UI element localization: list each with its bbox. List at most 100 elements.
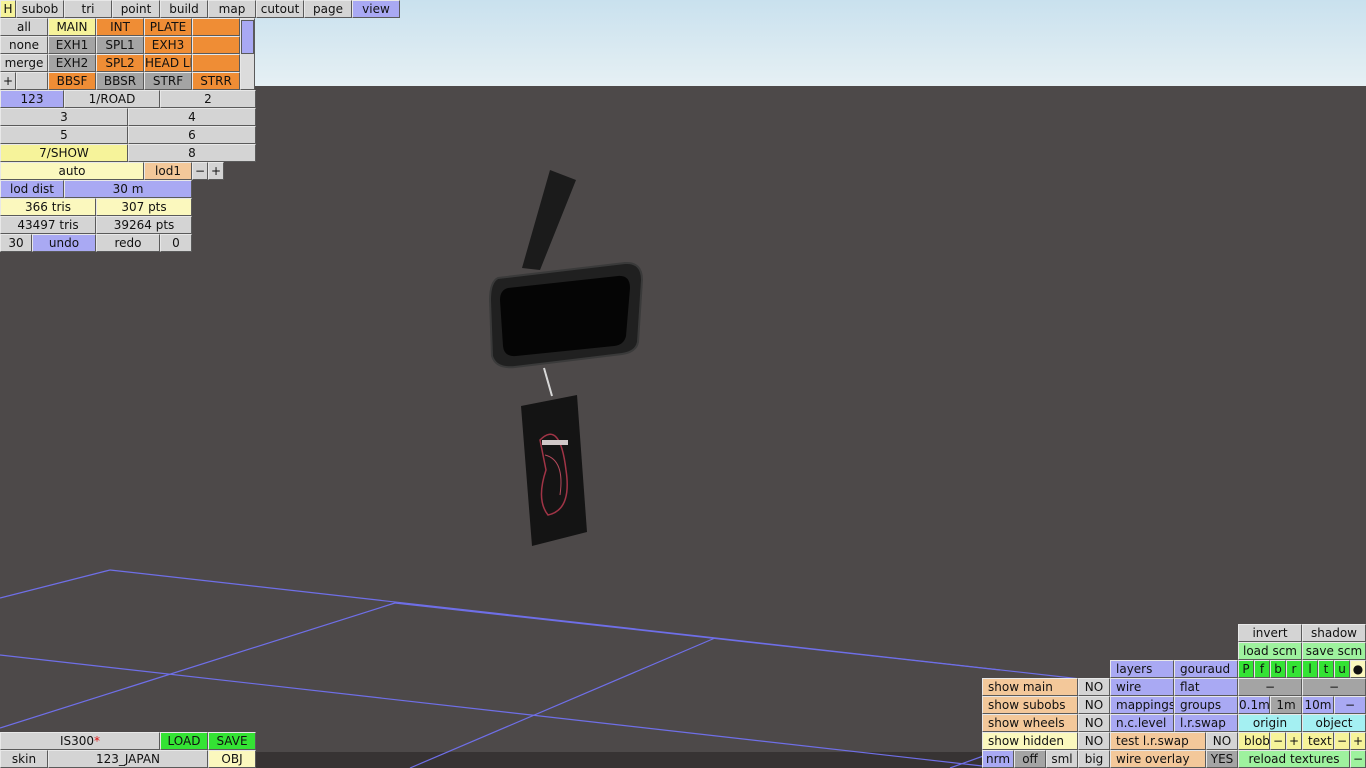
- object-button[interactable]: object: [1302, 714, 1366, 732]
- reload-textures-button[interactable]: reload textures: [1238, 750, 1350, 768]
- lod-plus-button[interactable]: +: [208, 162, 224, 180]
- show-wheels-label[interactable]: show wheels: [982, 714, 1078, 732]
- undo-button[interactable]: undo: [32, 234, 96, 252]
- menu-view[interactable]: view: [352, 0, 400, 18]
- lod-mode-button[interactable]: auto: [0, 162, 144, 180]
- part-strr[interactable]: STRR: [192, 72, 240, 90]
- dash-button-1[interactable]: −: [1238, 678, 1302, 696]
- mappings-button[interactable]: mappings: [1110, 696, 1174, 714]
- part-exh1[interactable]: EXH1: [48, 36, 96, 54]
- show-main-toggle[interactable]: NO: [1078, 678, 1110, 696]
- shadow-button[interactable]: shadow: [1302, 624, 1366, 642]
- origin-button[interactable]: origin: [1238, 714, 1302, 732]
- show-hidden-toggle[interactable]: NO: [1078, 732, 1110, 750]
- skin-value[interactable]: 123_JAPAN: [48, 750, 208, 768]
- wire-button[interactable]: wire: [1110, 678, 1174, 696]
- show-subobs-toggle[interactable]: NO: [1078, 696, 1110, 714]
- test-lr-swap-label[interactable]: test l.r.swap: [1110, 732, 1206, 750]
- dash-button-2[interactable]: −: [1302, 678, 1366, 696]
- light-t-button[interactable]: t: [1318, 660, 1334, 678]
- lr-swap-button[interactable]: l.r.swap: [1174, 714, 1238, 732]
- part-head-li[interactable]: HEAD LI: [144, 54, 192, 72]
- light-r-button[interactable]: r: [1286, 660, 1302, 678]
- test-lr-swap-toggle[interactable]: NO: [1206, 732, 1238, 750]
- part-empty-2[interactable]: [192, 36, 240, 54]
- nc-level-button[interactable]: n.c.level: [1110, 714, 1174, 732]
- wire-overlay-toggle[interactable]: YES: [1206, 750, 1238, 768]
- light-l-button[interactable]: l: [1302, 660, 1318, 678]
- show-subobs-label[interactable]: show subobs: [982, 696, 1078, 714]
- blob-plus-button[interactable]: +: [1286, 732, 1302, 750]
- menu-tri[interactable]: tri: [64, 0, 112, 18]
- light-dot-button[interactable]: ●: [1350, 660, 1366, 678]
- wire-overlay-label[interactable]: wire overlay: [1110, 750, 1206, 768]
- invert-button[interactable]: invert: [1238, 624, 1302, 642]
- light-p-button[interactable]: P: [1238, 660, 1254, 678]
- group-1-road[interactable]: 1/ROAD: [64, 90, 160, 108]
- add-part-button[interactable]: +: [0, 72, 16, 90]
- text-plus-button[interactable]: +: [1350, 732, 1366, 750]
- gouraud-button[interactable]: gouraud: [1174, 660, 1238, 678]
- light-b-button[interactable]: b: [1270, 660, 1286, 678]
- menu-build[interactable]: build: [160, 0, 208, 18]
- size-off-button[interactable]: off: [1014, 750, 1046, 768]
- group-7-show[interactable]: 7/SHOW: [0, 144, 128, 162]
- menu-point[interactable]: point: [112, 0, 160, 18]
- show-hidden-label[interactable]: show hidden: [982, 732, 1078, 750]
- group-6[interactable]: 6: [128, 126, 256, 144]
- load-button[interactable]: LOAD: [160, 732, 208, 750]
- light-f-button[interactable]: f: [1254, 660, 1270, 678]
- load-scm-button[interactable]: load scm: [1238, 642, 1302, 660]
- part-bbsr[interactable]: BBSR: [96, 72, 144, 90]
- part-spl2[interactable]: SPL2: [96, 54, 144, 72]
- light-u-button[interactable]: u: [1334, 660, 1350, 678]
- layers-button[interactable]: layers: [1110, 660, 1174, 678]
- save-scm-button[interactable]: save scm: [1302, 642, 1366, 660]
- redo-button[interactable]: redo: [96, 234, 160, 252]
- flat-button[interactable]: flat: [1174, 678, 1238, 696]
- group-4[interactable]: 4: [128, 108, 256, 126]
- size-nrm-button[interactable]: nrm: [982, 750, 1014, 768]
- reload-minus-button[interactable]: −: [1350, 750, 1366, 768]
- part-empty-1[interactable]: [192, 18, 240, 36]
- part-empty-4[interactable]: [16, 72, 48, 90]
- part-empty-3[interactable]: [192, 54, 240, 72]
- file-name[interactable]: IS300*: [0, 732, 160, 750]
- menu-page[interactable]: page: [304, 0, 352, 18]
- part-strf[interactable]: STRF: [144, 72, 192, 90]
- select-all-button[interactable]: all: [0, 18, 48, 36]
- text-minus-button[interactable]: −: [1334, 732, 1350, 750]
- grid-step-minus[interactable]: −: [1334, 696, 1366, 714]
- group-2[interactable]: 2: [160, 90, 256, 108]
- part-int[interactable]: INT: [96, 18, 144, 36]
- part-exh2[interactable]: EXH2: [48, 54, 96, 72]
- h-button[interactable]: H: [0, 0, 16, 18]
- blob-minus-button[interactable]: −: [1270, 732, 1286, 750]
- part-main[interactable]: MAIN: [48, 18, 96, 36]
- merge-button[interactable]: merge: [0, 54, 48, 72]
- lod-dist-value[interactable]: 30 m: [64, 180, 192, 198]
- menu-subob[interactable]: subob: [16, 0, 64, 18]
- show-main-label[interactable]: show main: [982, 678, 1078, 696]
- part-spl1[interactable]: SPL1: [96, 36, 144, 54]
- part-plate[interactable]: PLATE: [144, 18, 192, 36]
- save-button[interactable]: SAVE: [208, 732, 256, 750]
- lod-minus-button[interactable]: −: [192, 162, 208, 180]
- part-exh3[interactable]: EXH3: [144, 36, 192, 54]
- menu-cutout[interactable]: cutout: [256, 0, 304, 18]
- obj-button[interactable]: OBJ: [208, 750, 256, 768]
- lod-level-button[interactable]: lod1: [144, 162, 192, 180]
- grid-step-1m[interactable]: 1m: [1270, 696, 1302, 714]
- group-8[interactable]: 8: [128, 144, 256, 162]
- size-big-button[interactable]: big: [1078, 750, 1110, 768]
- parts-scrollbar-thumb[interactable]: [241, 20, 254, 54]
- group-3[interactable]: 3: [0, 108, 128, 126]
- menu-map[interactable]: map: [208, 0, 256, 18]
- select-none-button[interactable]: none: [0, 36, 48, 54]
- grid-step-10m[interactable]: 10m: [1302, 696, 1334, 714]
- group-123[interactable]: 123: [0, 90, 64, 108]
- size-sml-button[interactable]: sml: [1046, 750, 1078, 768]
- group-5[interactable]: 5: [0, 126, 128, 144]
- groups-button[interactable]: groups: [1174, 696, 1238, 714]
- grid-step-01m[interactable]: 0.1m: [1238, 696, 1270, 714]
